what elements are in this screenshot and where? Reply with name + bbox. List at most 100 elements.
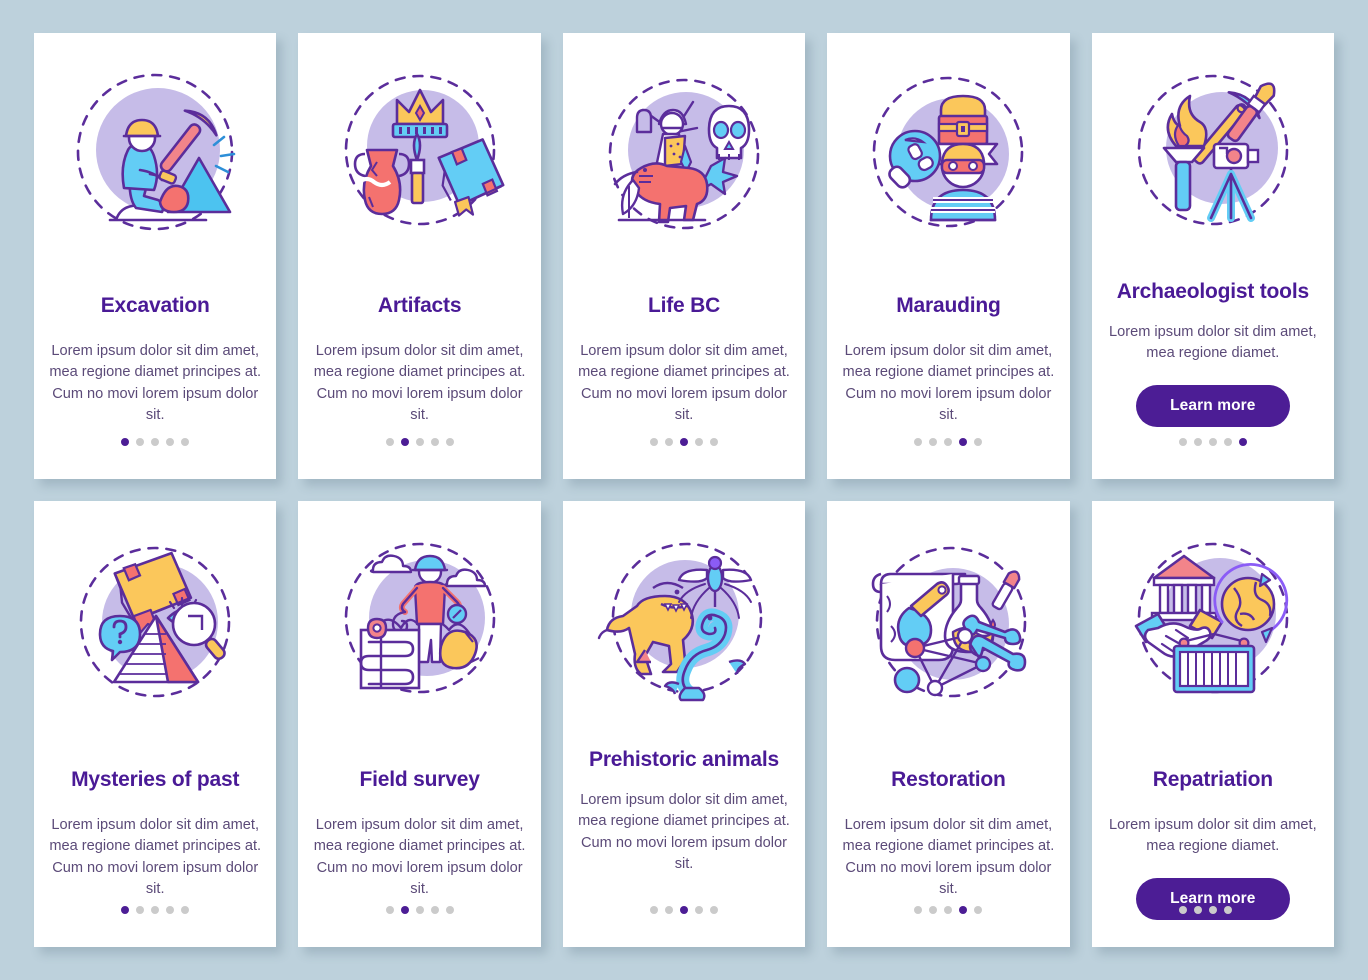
- pagination-dot[interactable]: [665, 906, 674, 914]
- pagination-dot[interactable]: [944, 906, 953, 914]
- card-body: Lorem ipsum dolor sit dim amet, mea regi…: [1109, 323, 1317, 362]
- onboarding-card-marauding[interactable]: Marauding Lorem ipsum dolor sit dim amet…: [827, 33, 1070, 479]
- pagination-dot[interactable]: [445, 906, 454, 914]
- card-title: Mysteries of past: [71, 768, 240, 791]
- mysteries-of-past-illustration: [48, 523, 262, 719]
- pagination-dot[interactable]: [1223, 438, 1232, 446]
- pagination-dot[interactable]: [914, 438, 923, 446]
- pagination-dot[interactable]: [400, 438, 409, 446]
- pagination-dot[interactable]: [665, 438, 674, 446]
- pagination-dot[interactable]: [650, 906, 659, 914]
- pagination-dot[interactable]: [430, 906, 439, 914]
- pagination-dot[interactable]: [136, 438, 145, 446]
- pagination-dot[interactable]: [1178, 906, 1187, 914]
- pagination-dot[interactable]: [385, 438, 394, 446]
- pagination-dot[interactable]: [929, 438, 938, 446]
- pagination-dot[interactable]: [181, 438, 190, 446]
- pagination-dot[interactable]: [1238, 438, 1247, 446]
- card-title: Archaeologist tools: [1116, 280, 1309, 303]
- pagination-dot[interactable]: [136, 906, 145, 914]
- card-title: Prehistoric animals: [589, 748, 779, 771]
- onboarding-card-repatriation[interactable]: Repatriation Lorem ipsum dolor sit dim a…: [1091, 501, 1335, 947]
- card-body: Lorem ipsum dolor sit dim amet, mea regi…: [578, 342, 790, 424]
- card-title: Marauding: [896, 294, 1001, 317]
- card-body: Lorem ipsum dolor sit dim amet, mea regi…: [49, 816, 262, 898]
- pagination-dot[interactable]: [1208, 906, 1217, 914]
- card-body: Lorem ipsum dolor sit dim amet, mea regi…: [49, 342, 262, 424]
- pagination-dots[interactable]: [563, 906, 805, 914]
- pagination-dot[interactable]: [650, 438, 659, 446]
- archaeologist-tools-illustration: [1106, 55, 1320, 251]
- pagination-dot[interactable]: [1238, 906, 1247, 914]
- prehistoric-animals-illustration: [577, 523, 791, 719]
- pagination-dot[interactable]: [959, 906, 968, 914]
- pagination-dot[interactable]: [415, 906, 424, 914]
- pagination-dot[interactable]: [914, 906, 923, 914]
- pagination-dot[interactable]: [415, 438, 424, 446]
- pagination-dot[interactable]: [121, 906, 130, 914]
- card-row-2: Mysteries of past Lorem ipsum dolor sit …: [34, 501, 1335, 947]
- pagination-dots[interactable]: [34, 906, 276, 914]
- pagination-dots[interactable]: [827, 906, 1069, 914]
- pagination-dots[interactable]: [34, 438, 276, 446]
- pagination-dot[interactable]: [959, 438, 968, 446]
- pagination-dot[interactable]: [974, 438, 983, 446]
- pagination-dot[interactable]: [1193, 438, 1202, 446]
- pagination-dot[interactable]: [680, 438, 689, 446]
- onboarding-card-field-survey[interactable]: Field survey Lorem ipsum dolor sit dim a…: [298, 501, 541, 947]
- pagination-dot[interactable]: [1178, 438, 1187, 446]
- onboarding-screens-board: Excavation Lorem ipsum dolor sit dim ame…: [0, 0, 1368, 980]
- onboarding-card-restoration[interactable]: Restoration Lorem ipsum dolor sit dim am…: [827, 501, 1070, 947]
- onboarding-card-mysteries-of-past[interactable]: Mysteries of past Lorem ipsum dolor sit …: [34, 501, 277, 947]
- pagination-dots[interactable]: [563, 438, 805, 446]
- pagination-dots[interactable]: [298, 906, 540, 914]
- pagination-dot[interactable]: [710, 438, 719, 446]
- onboarding-card-prehistoric-animals[interactable]: Prehistoric animals Lorem ipsum dolor si…: [562, 501, 806, 947]
- pagination-dot[interactable]: [710, 906, 719, 914]
- marauding-illustration: [841, 55, 1055, 251]
- pagination-dot[interactable]: [695, 906, 704, 914]
- pagination-dots[interactable]: [827, 438, 1069, 446]
- pagination-dot[interactable]: [695, 438, 704, 446]
- card-body: Lorem ipsum dolor sit dim amet, mea regi…: [842, 342, 1055, 424]
- pagination-dot[interactable]: [974, 906, 983, 914]
- onboarding-card-archaeologist-tools[interactable]: Archaeologist tools Lorem ipsum dolor si…: [1091, 33, 1335, 479]
- pagination-dot[interactable]: [121, 438, 130, 446]
- learn-more-button[interactable]: Learn more: [1136, 384, 1290, 427]
- pagination-dot[interactable]: [166, 438, 175, 446]
- onboarding-card-life-bc[interactable]: Life BC Lorem ipsum dolor sit dim amet, …: [562, 33, 806, 479]
- life-bc-illustration: [577, 55, 791, 251]
- pagination-dot[interactable]: [1208, 438, 1217, 446]
- card-title: Repatriation: [1152, 768, 1273, 791]
- card-body: Lorem ipsum dolor sit dim amet, mea regi…: [313, 816, 526, 898]
- pagination-dots[interactable]: [1092, 906, 1334, 914]
- pagination-dot[interactable]: [944, 438, 953, 446]
- onboarding-card-artifacts[interactable]: Artifacts Lorem ipsum dolor sit dim amet…: [298, 33, 541, 479]
- pagination-dot[interactable]: [151, 906, 160, 914]
- pagination-dot[interactable]: [166, 906, 175, 914]
- field-survey-illustration: [312, 523, 526, 719]
- artifacts-illustration: [312, 55, 526, 251]
- excavation-illustration: [48, 55, 262, 251]
- pagination-dot[interactable]: [445, 438, 454, 446]
- card-title: Life BC: [647, 294, 721, 317]
- card-body: Lorem ipsum dolor sit dim amet, mea regi…: [842, 816, 1055, 898]
- pagination-dot[interactable]: [151, 438, 160, 446]
- pagination-dot[interactable]: [400, 906, 409, 914]
- pagination-dot[interactable]: [1223, 906, 1232, 914]
- onboarding-card-excavation[interactable]: Excavation Lorem ipsum dolor sit dim ame…: [34, 33, 277, 479]
- pagination-dot[interactable]: [385, 906, 394, 914]
- pagination-dots[interactable]: [1092, 438, 1334, 446]
- card-row-1: Excavation Lorem ipsum dolor sit dim ame…: [34, 33, 1335, 479]
- restoration-illustration: [841, 523, 1055, 719]
- pagination-dot[interactable]: [1193, 906, 1202, 914]
- pagination-dot[interactable]: [181, 906, 190, 914]
- card-title: Restoration: [891, 768, 1006, 791]
- pagination-dot[interactable]: [680, 906, 689, 914]
- card-body: Lorem ipsum dolor sit dim amet, mea regi…: [313, 342, 526, 424]
- card-title: Excavation: [100, 294, 210, 317]
- card-body: Lorem ipsum dolor sit dim amet, mea regi…: [578, 791, 790, 873]
- pagination-dots[interactable]: [298, 438, 540, 446]
- pagination-dot[interactable]: [929, 906, 938, 914]
- pagination-dot[interactable]: [430, 438, 439, 446]
